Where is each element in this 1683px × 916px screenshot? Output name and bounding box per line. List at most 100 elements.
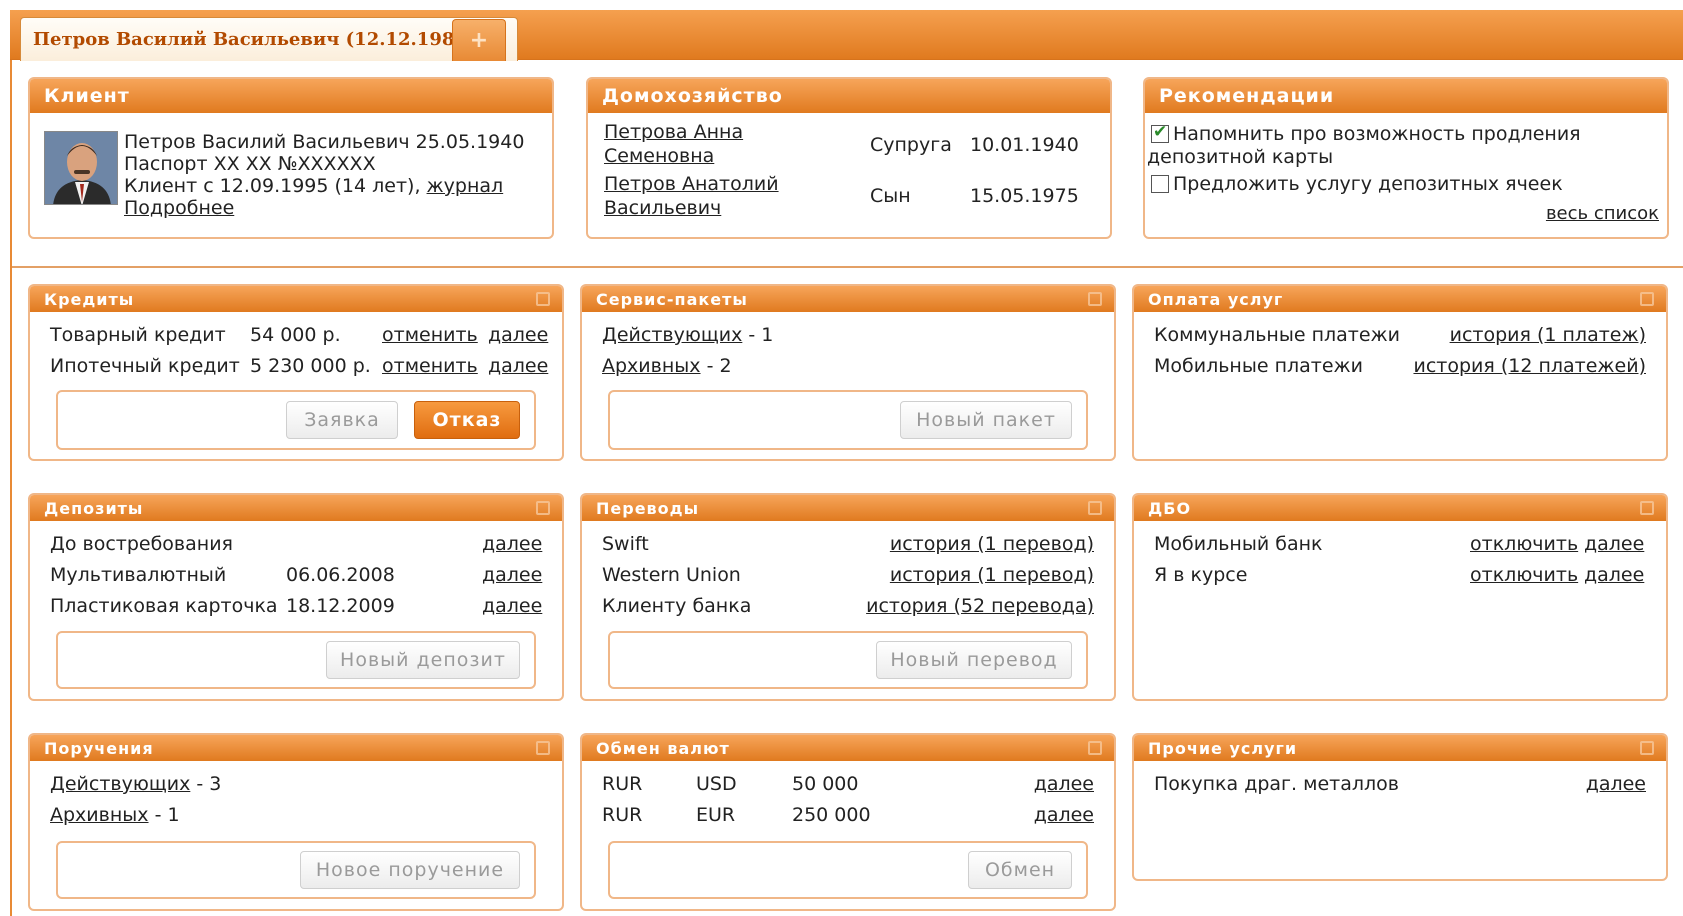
new-order-button[interactable]: Новое поручение: [300, 851, 520, 889]
exchange-more-link[interactable]: далее: [1034, 804, 1094, 826]
payments-panel: Оплата услуг Коммунальные платежи истори…: [1132, 284, 1668, 461]
recommendations-panel: Рекомендации Напомнить про возможность п…: [1143, 77, 1669, 239]
recommendations-panel-header: Рекомендации: [1145, 79, 1667, 113]
client-details-link[interactable]: Подробнее: [124, 197, 234, 219]
recommendation-text: Предложить услугу депозитных ячеек: [1173, 173, 1563, 195]
transfer-history-link[interactable]: история (1 перевод): [890, 564, 1094, 586]
disable-service-link[interactable]: отключить: [1470, 533, 1578, 555]
exchange-amount: 50 000: [792, 773, 859, 795]
disable-service-link[interactable]: отключить: [1470, 564, 1578, 586]
credits-panel-header: Кредиты: [30, 286, 562, 312]
external-link-icon[interactable]: [1640, 292, 1654, 306]
cancel-credit-link[interactable]: отменить: [382, 324, 478, 346]
active-packs-count: - 1: [742, 324, 774, 346]
transfers-panel: Переводы Swift история (1 перевод) Weste…: [580, 493, 1116, 701]
archive-packs-link[interactable]: Архивных: [602, 355, 701, 377]
exchange-panel: Обмен валют RUR USD 50 000 далее RUR EUR…: [580, 733, 1116, 911]
deposit-name: До востребования: [50, 533, 233, 555]
archive-packs-row: Архивных - 2: [602, 355, 732, 377]
transfer-name: Western Union: [602, 564, 741, 586]
archive-packs-count: - 2: [700, 355, 732, 377]
transfers-panel-header: Переводы: [582, 495, 1114, 521]
orders-action-box: Новое поручение: [56, 841, 536, 899]
deposit-name: Мультивалютный: [50, 564, 227, 586]
other-services-panel-header: Прочие услуги: [1134, 735, 1666, 761]
household-member-date: 10.01.1940: [970, 134, 1079, 156]
deposit-more-link[interactable]: далее: [482, 533, 542, 555]
new-deposit-button[interactable]: Новый депозит: [326, 641, 520, 679]
tab-title: Петров Василий Васильевич (12.12.1980): [33, 29, 476, 50]
external-link-icon[interactable]: [1640, 741, 1654, 755]
recommendation-item: Предложить услугу депозитных ячеек: [1151, 173, 1563, 195]
credit-amount: 5 230 000 р.: [250, 355, 371, 377]
orders-panel: Поручения Действующих - 3 Архивных - 1 Н…: [28, 733, 564, 911]
active-packs-link[interactable]: Действующих: [602, 324, 742, 346]
external-link-icon[interactable]: [1088, 292, 1102, 306]
transfer-name: Swift: [602, 533, 649, 555]
payment-history-link[interactable]: история (12 платежей): [1413, 355, 1646, 377]
deposit-more-link[interactable]: далее: [482, 564, 542, 586]
exchange-to: EUR: [696, 804, 736, 826]
transfer-history-link[interactable]: история (1 перевод): [890, 533, 1094, 555]
reject-button[interactable]: Отказ: [414, 401, 520, 439]
payment-history-link[interactable]: история (1 платеж): [1450, 324, 1646, 346]
external-link-icon[interactable]: [536, 741, 550, 755]
service-packs-panel: Сервис-пакеты Действующих - 1 Архивных -…: [580, 284, 1116, 461]
exchange-to: USD: [696, 773, 737, 795]
cancel-credit-link[interactable]: отменить: [382, 355, 478, 377]
new-pack-button[interactable]: Новый пакет: [900, 401, 1072, 439]
external-link-icon[interactable]: [536, 501, 550, 515]
household-member-date: 15.05.1975: [970, 185, 1079, 207]
archive-orders-link[interactable]: Архивных: [50, 804, 149, 826]
dbo-more-link[interactable]: далее: [1584, 564, 1644, 586]
exchange-from: RUR: [602, 804, 643, 826]
exchange-amount: 250 000: [792, 804, 871, 826]
household-member-name[interactable]: Семеновна: [604, 145, 714, 167]
archive-orders-count: - 1: [148, 804, 180, 826]
household-member-name[interactable]: Петрова Анна: [604, 121, 743, 143]
recommendation-checkbox[interactable]: [1151, 175, 1169, 193]
external-link-icon[interactable]: [1640, 501, 1654, 515]
new-transfer-button[interactable]: Новый перевод: [876, 641, 1072, 679]
all-recommendations-link[interactable]: весь список: [1546, 203, 1659, 224]
dbo-service-name: Мобильный банк: [1154, 533, 1323, 555]
dbo-more-link[interactable]: далее: [1584, 533, 1644, 555]
household-member-name[interactable]: Петров Анатолий: [604, 173, 779, 195]
recommendation-checkbox[interactable]: [1151, 122, 1169, 143]
credits-action-box: Заявка Отказ: [56, 390, 536, 450]
apply-button[interactable]: Заявка: [286, 401, 398, 439]
dbo-panel: ДБО Мобильный банк отключить далее Я в к…: [1132, 493, 1668, 701]
credit-more-link[interactable]: далее: [488, 355, 548, 377]
payments-panel-header: Оплата услуг: [1134, 286, 1666, 312]
exchange-panel-header: Обмен валют: [582, 735, 1114, 761]
deposit-more-link[interactable]: далее: [482, 595, 542, 617]
other-service-more-link[interactable]: далее: [1586, 773, 1646, 795]
transfer-history-link[interactable]: история (52 перевода): [866, 595, 1094, 617]
recommendation-item: Напомнить про возможность продления: [1151, 122, 1581, 145]
recommendation-text: Напомнить про возможность продления: [1173, 123, 1581, 145]
external-link-icon[interactable]: [1088, 501, 1102, 515]
external-link-icon[interactable]: [536, 292, 550, 306]
deposit-date: 06.06.2008: [286, 564, 395, 586]
household-member-name[interactable]: Васильевич: [604, 197, 721, 219]
exchange-from: RUR: [602, 773, 643, 795]
external-link-icon[interactable]: [1088, 741, 1102, 755]
exchange-more-link[interactable]: далее: [1034, 773, 1094, 795]
journal-link[interactable]: журнал: [427, 175, 504, 197]
credit-name: Ипотечный кредит: [50, 355, 240, 377]
deposits-action-box: Новый депозит: [56, 631, 536, 689]
tab-client[interactable]: Петров Василий Васильевич (12.12.1980) ×: [20, 17, 519, 61]
add-tab-button[interactable]: +: [452, 19, 506, 61]
plus-icon: +: [469, 28, 489, 53]
payment-name: Мобильные платежи: [1154, 355, 1364, 377]
credit-amount: 54 000 р.: [250, 324, 341, 346]
exchange-button[interactable]: Обмен: [968, 851, 1072, 889]
active-orders-link[interactable]: Действующих: [50, 773, 190, 795]
transfer-name: Клиенту банка: [602, 595, 752, 617]
credit-more-link[interactable]: далее: [488, 324, 548, 346]
household-member-relation: Сын: [870, 185, 911, 207]
credit-name: Товарный кредит: [50, 324, 226, 346]
orders-panel-header: Поручения: [30, 735, 562, 761]
dbo-service-name: Я в курсе: [1154, 564, 1248, 586]
dbo-panel-header: ДБО: [1134, 495, 1666, 521]
